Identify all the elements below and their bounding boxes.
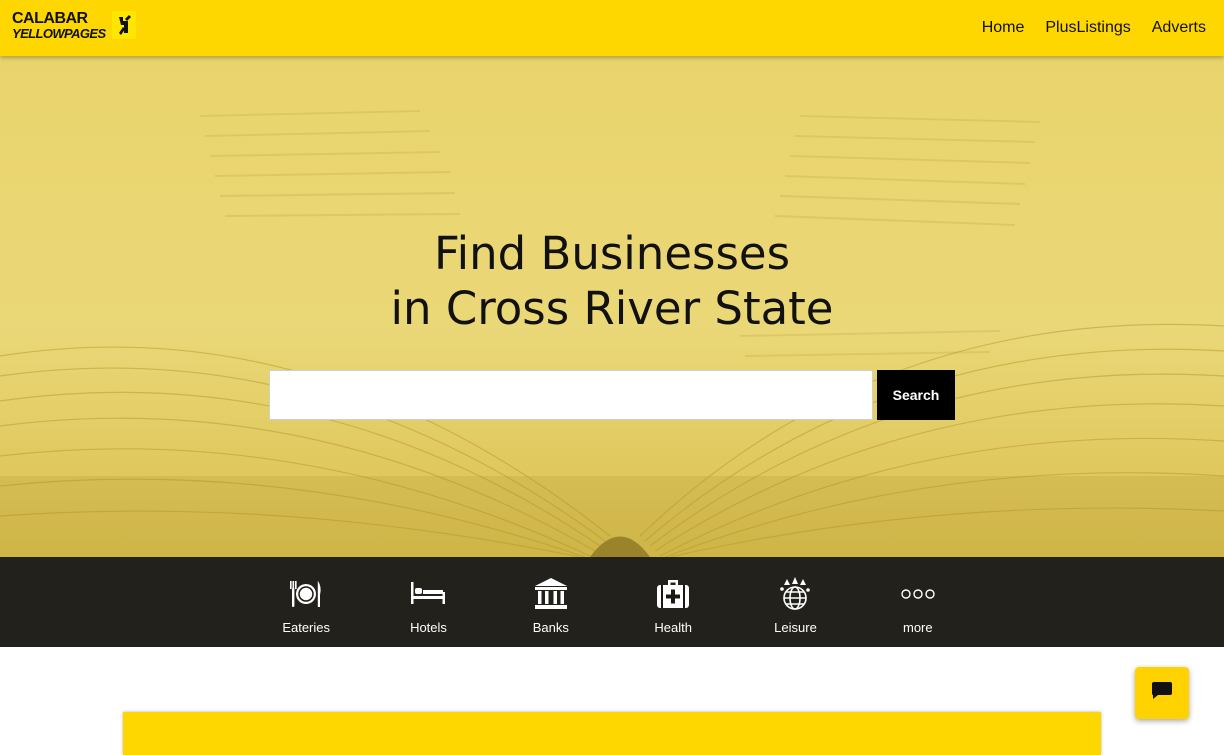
category-label-leisure: Leisure bbox=[774, 620, 817, 635]
plate-cutlery-icon bbox=[289, 577, 323, 611]
chat-bubble-icon bbox=[1151, 681, 1173, 706]
nav-link-adverts[interactable]: Adverts bbox=[1152, 19, 1206, 37]
main-nav: Home PlusListings Adverts bbox=[976, 0, 1224, 56]
headline-line-1: Find Businesses bbox=[433, 227, 791, 280]
category-banks[interactable]: Banks bbox=[490, 557, 612, 647]
bed-icon bbox=[411, 577, 446, 611]
category-eateries[interactable]: Eateries bbox=[245, 557, 367, 647]
category-hotels[interactable]: Hotels bbox=[367, 557, 489, 647]
more-dots-icon bbox=[901, 577, 935, 611]
logo-text-yellowpages: YELLOWPAGES bbox=[12, 26, 106, 41]
headline-line-2: in Cross River State bbox=[390, 282, 834, 335]
category-leisure[interactable]: Leisure bbox=[734, 557, 856, 647]
walking-fingers-icon bbox=[112, 11, 136, 39]
search-button[interactable]: Search bbox=[877, 370, 955, 420]
category-label-health: Health bbox=[654, 620, 692, 635]
category-label-eateries: Eateries bbox=[282, 620, 331, 635]
category-label-banks: Banks bbox=[532, 620, 569, 635]
featured-panel bbox=[123, 712, 1101, 755]
category-health[interactable]: Health bbox=[612, 557, 734, 647]
hero-section: Find Businesses in Cross River State Sea… bbox=[0, 56, 1224, 557]
nav-link-home[interactable]: Home bbox=[982, 19, 1025, 37]
category-label-hotels: Hotels bbox=[410, 620, 447, 635]
logo-text-calabar: CALABAR bbox=[12, 10, 88, 27]
nav-link-pluslistings[interactable]: PlusListings bbox=[1045, 19, 1130, 37]
bank-icon bbox=[534, 577, 568, 611]
category-more[interactable]: more bbox=[857, 557, 979, 647]
site-logo[interactable]: CALABAR YELLOWPAGES bbox=[12, 10, 138, 44]
category-bar: Eateries Hotels Banks Health Leisure mor… bbox=[0, 557, 1224, 647]
top-navbar: CALABAR YELLOWPAGES Home PlusListings Ad… bbox=[0, 0, 1224, 56]
chat-button[interactable] bbox=[1135, 667, 1189, 719]
search-input[interactable] bbox=[269, 370, 873, 420]
medical-kit-icon bbox=[656, 577, 690, 611]
hero-headline: Find Businesses in Cross River State bbox=[0, 226, 1224, 336]
leisure-globe-icon bbox=[778, 577, 812, 611]
category-label-more: more bbox=[902, 620, 933, 635]
